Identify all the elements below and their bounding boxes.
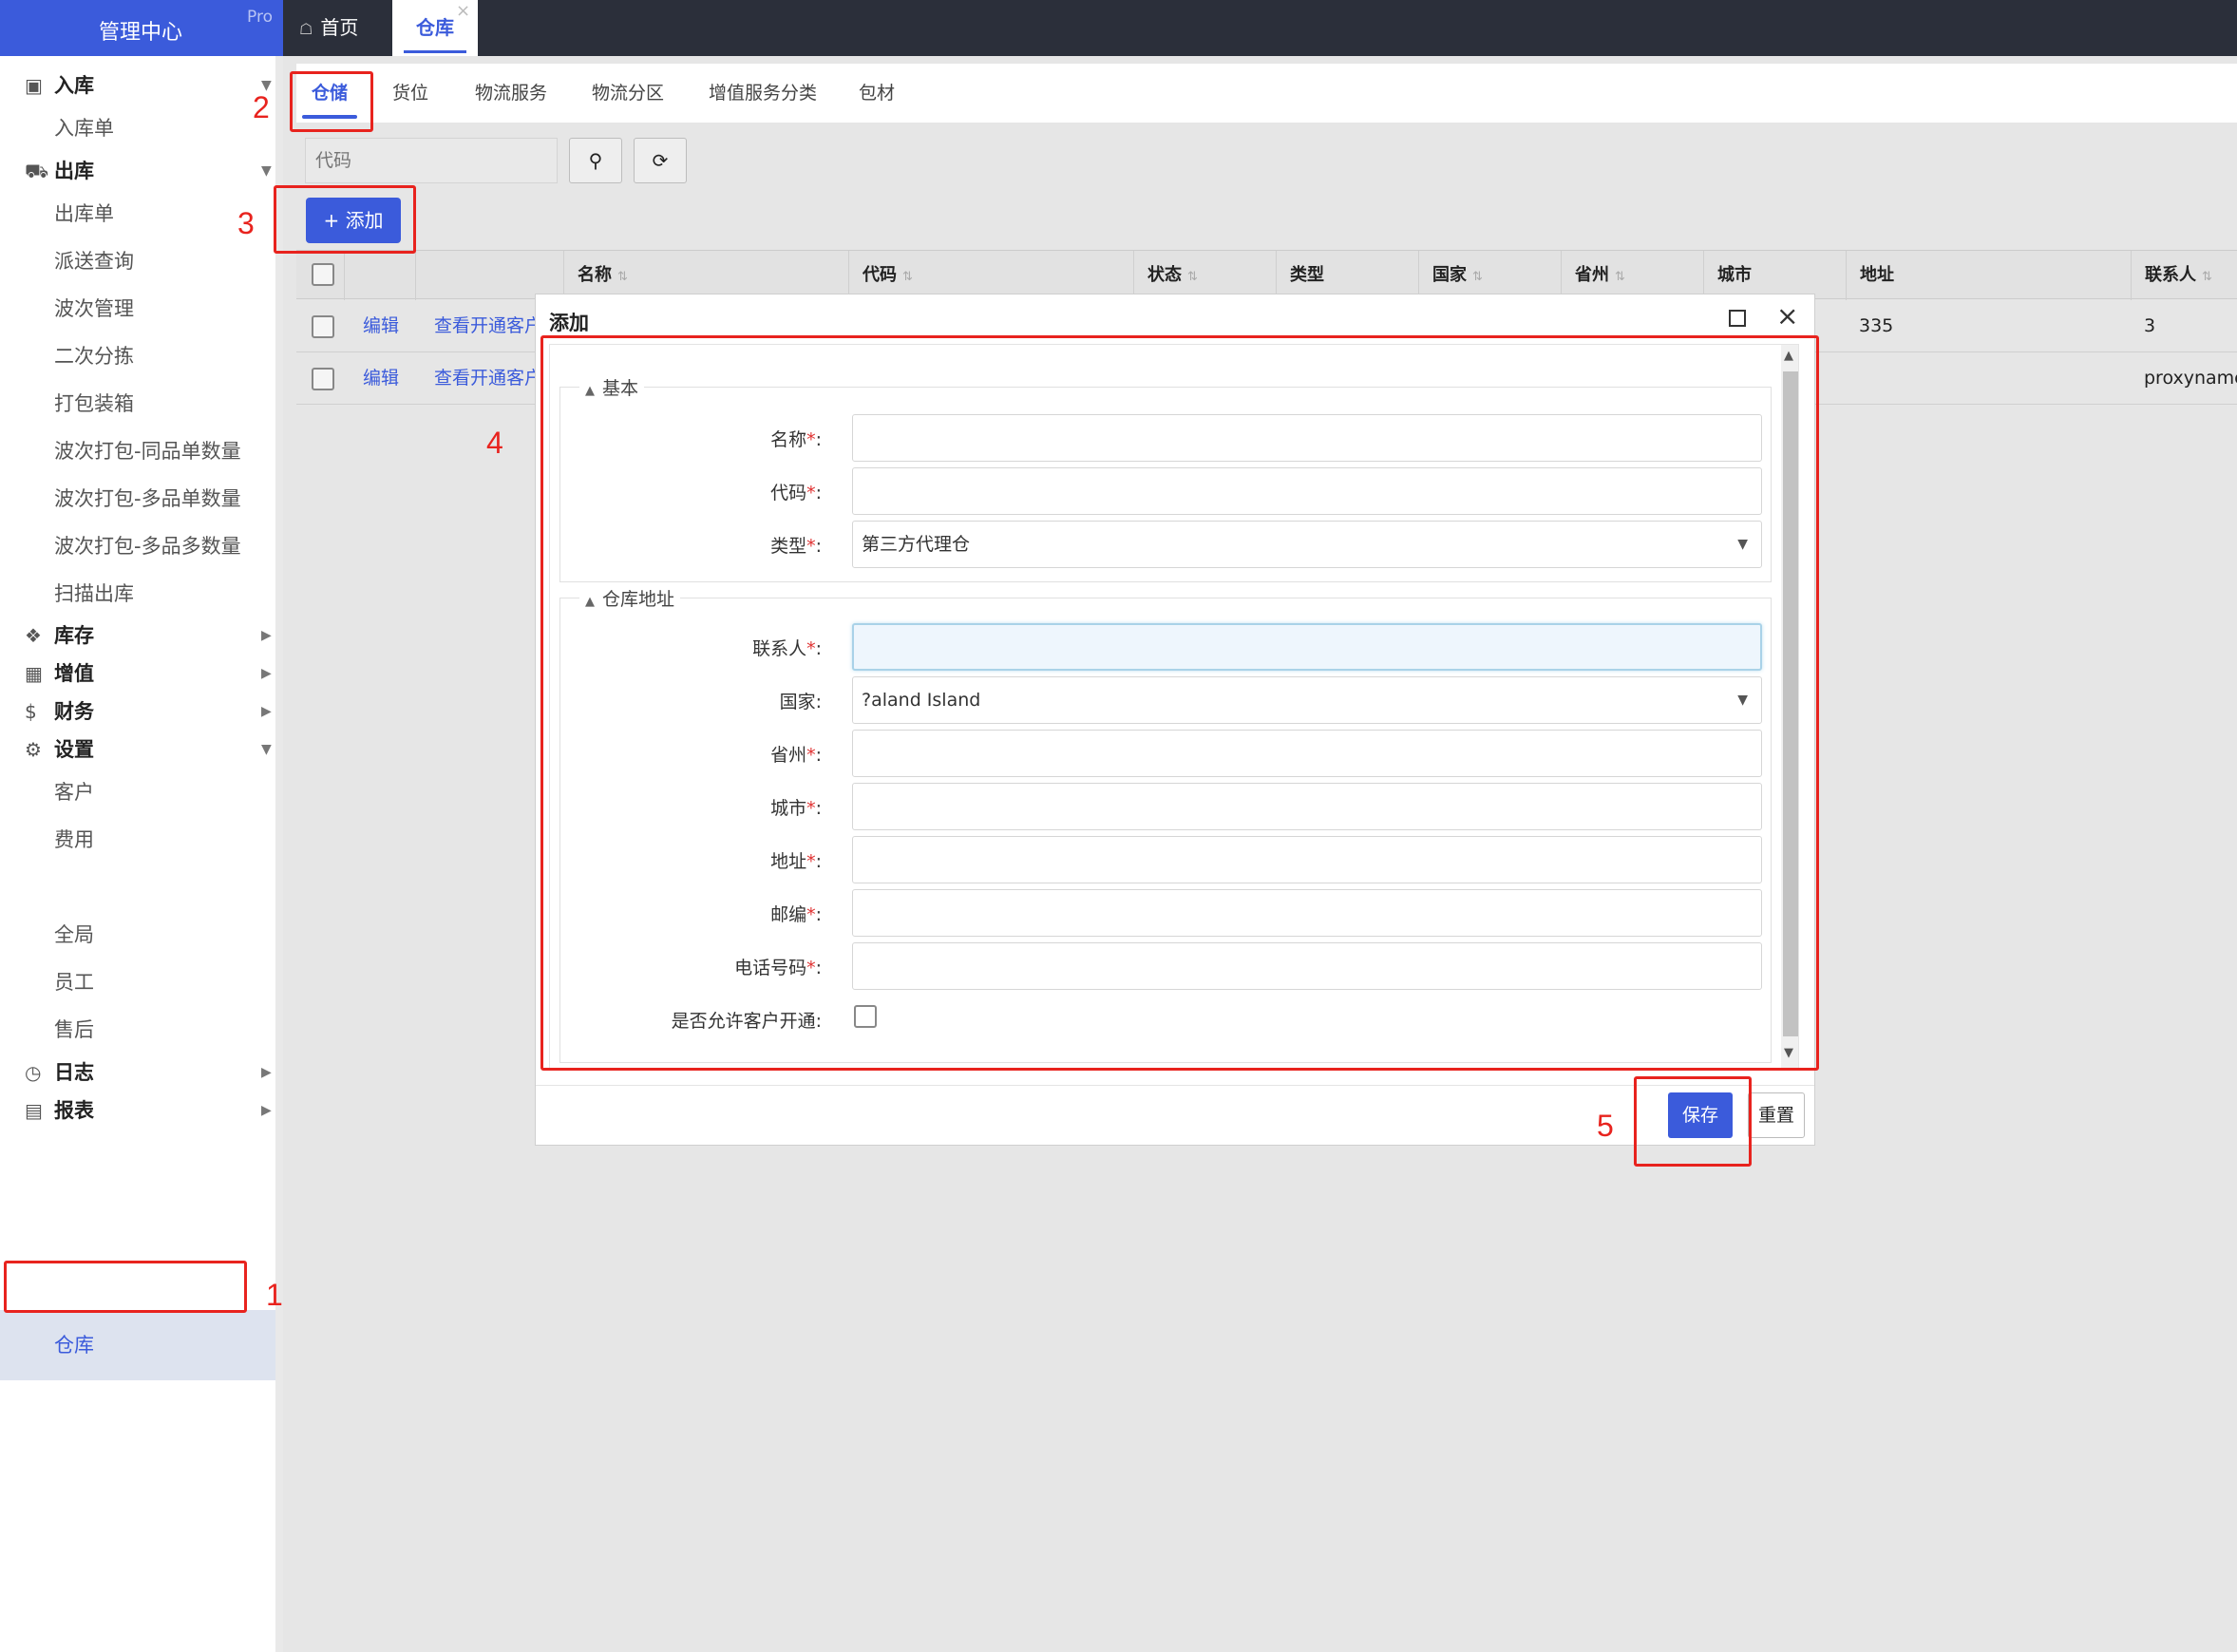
code-search-input[interactable]	[305, 138, 558, 183]
column-header-actions	[344, 251, 415, 300]
sidebar-item-inbound-order[interactable]: 入库单	[0, 106, 275, 150]
tab-home[interactable]: ☖ 首页	[299, 0, 358, 56]
column-header-label: 城市	[1717, 265, 1752, 285]
dialog-footer: 保存 重置	[536, 1085, 1814, 1146]
annotation-number-2: 2	[253, 90, 270, 124]
brand-badge: Pro	[247, 8, 273, 27]
dialog-title: 添加	[549, 312, 589, 334]
sort-icon: ⇅	[902, 270, 913, 284]
tab-warehouse-label: 仓库	[416, 16, 454, 39]
subtab-logistics-zone[interactable]: 物流分区	[592, 64, 664, 123]
annotation-box-4	[540, 335, 1819, 1071]
chevron-down-icon: ▼	[261, 742, 272, 757]
sidebar-item-fees[interactable]: 费用	[0, 818, 275, 862]
cell-address: 335	[1859, 315, 1894, 336]
reset-button[interactable]: 重置	[1748, 1092, 1805, 1138]
sort-icon: ⇅	[1615, 270, 1625, 284]
sidebar-group-outbound[interactable]: ⛟ 出库 ▼	[0, 149, 275, 193]
tab-home-label: 首页	[320, 16, 359, 39]
column-header-label: 代码	[863, 265, 897, 285]
maximize-icon[interactable]	[1729, 310, 1746, 327]
sidebar-item-staff[interactable]: 员工	[0, 960, 275, 1004]
bar-chart-icon: ▤	[25, 1099, 43, 1122]
annotation-number-1: 1	[266, 1278, 283, 1312]
annotation-number-3: 3	[237, 206, 255, 240]
edit-link[interactable]: 编辑	[363, 352, 399, 405]
chevron-down-icon: ▼	[261, 163, 272, 179]
column-header-label: 名称	[578, 265, 612, 285]
tab-close-icon[interactable]: ×	[456, 2, 470, 21]
sidebar-item-wave-management[interactable]: 波次管理	[0, 287, 275, 331]
sidebar-group-label: 出库	[54, 160, 94, 182]
sidebar: ▣ 入库 ▼ 入库单 ⛟ 出库 ▼ 出库单 派送查询 波次管理 二次分拣 打包装…	[0, 56, 283, 1652]
select-all-checkbox[interactable]	[312, 263, 334, 286]
gears-icon: ⚙	[25, 738, 42, 761]
sidebar-group-label: 设置	[54, 738, 94, 761]
sidebar-item-global[interactable]: 全局	[0, 913, 275, 957]
row-checkbox[interactable]	[312, 368, 334, 390]
brand-logo[interactable]: 管理中心 Pro	[0, 0, 283, 56]
subtab-logistics-service[interactable]: 物流服务	[475, 64, 547, 123]
sidebar-item-after-sales[interactable]: 售后	[0, 1008, 275, 1052]
annotation-number-4: 4	[486, 426, 503, 460]
sidebar-group-label: 入库	[54, 74, 94, 97]
subtab-value-added-category[interactable]: 增值服务分类	[709, 64, 817, 123]
brand-title: 管理中心	[99, 21, 183, 45]
close-icon[interactable]: ×	[1776, 302, 1798, 331]
sidebar-group-reports[interactable]: ▤ 报表 ▶	[0, 1089, 275, 1132]
annotation-box-2	[290, 71, 373, 132]
view-customers-link[interactable]: 查看开通客户	[434, 352, 542, 405]
column-header-label: 联系人	[2145, 265, 2196, 285]
refresh-button[interactable]: ⟳	[634, 138, 687, 183]
annotation-number-5: 5	[1597, 1109, 1614, 1143]
annotation-box-1	[4, 1261, 247, 1313]
column-header-label: 状态	[1147, 265, 1182, 285]
column-header-contact[interactable]: 联系人 ⇅	[2131, 251, 2212, 300]
sidebar-group-inbound[interactable]: ▣ 入库 ▼	[0, 64, 275, 107]
sort-icon: ⇅	[2202, 270, 2212, 284]
subtab-location[interactable]: 货位	[392, 64, 428, 123]
column-header-label: 类型	[1290, 265, 1324, 285]
column-header-label: 国家	[1432, 265, 1467, 285]
sort-icon: ⇅	[1472, 270, 1483, 284]
sidebar-group-settings[interactable]: ⚙ 设置 ▼	[0, 728, 275, 771]
sort-icon: ⇅	[1187, 270, 1198, 284]
annotation-box-3	[274, 185, 416, 254]
sort-icon: ⇅	[617, 270, 628, 284]
column-header-label: 地址	[1860, 265, 1894, 285]
inbox-icon: ▣	[25, 74, 43, 97]
sidebar-item-customer[interactable]: 客户	[0, 770, 275, 814]
sidebar-item-wave-pack-same[interactable]: 波次打包-同品单数量	[0, 429, 275, 473]
row-checkbox[interactable]	[312, 315, 334, 338]
edit-link[interactable]: 编辑	[363, 300, 399, 352]
cell-contact: proxyname	[2144, 368, 2237, 389]
view-customers-link[interactable]: 查看开通客户	[434, 300, 542, 352]
subtab-packaging[interactable]: 包材	[859, 64, 895, 123]
cell-contact: 3	[2144, 315, 2156, 336]
sidebar-item-wave-pack-multi-multi[interactable]: 波次打包-多品多数量	[0, 524, 275, 568]
subtab-bar: 仓储 货位 物流服务 物流分区 增值服务分类 包材	[296, 64, 2237, 123]
sidebar-item-outbound-order[interactable]: 出库单	[0, 192, 275, 236]
truck-icon: ⛟	[25, 160, 49, 182]
sidebar-item-warehouse[interactable]: 仓库	[0, 1310, 275, 1380]
tab-active-indicator	[404, 50, 466, 53]
column-header-address[interactable]: 地址	[1846, 251, 1894, 300]
search-button[interactable]: ⚲	[569, 138, 622, 183]
sidebar-item-packing[interactable]: 打包装箱	[0, 382, 275, 426]
sidebar-item-delivery-query[interactable]: 派送查询	[0, 239, 275, 283]
sidebar-item-secondary-sorting[interactable]: 二次分拣	[0, 334, 275, 378]
sidebar-group-label: 报表	[54, 1099, 94, 1122]
sidebar-item-scan-outbound[interactable]: 扫描出库	[0, 572, 275, 616]
table-header: 名称 ⇅ 代码 ⇅ 状态 ⇅ 类型 国家 ⇅ 省州 ⇅ 城市 地址 联系人 ⇅	[296, 250, 2237, 300]
top-header: 管理中心 Pro ☖ 首页 仓库 ×	[0, 0, 2237, 56]
chevron-right-icon: ▶	[261, 1103, 272, 1118]
home-icon: ☖	[299, 20, 313, 38]
search-icon: ⚲	[588, 149, 603, 172]
annotation-box-5	[1634, 1076, 1752, 1167]
sidebar-item-wave-pack-multi-single[interactable]: 波次打包-多品单数量	[0, 477, 275, 521]
column-header-label: 省州	[1575, 265, 1609, 285]
refresh-icon: ⟳	[652, 149, 669, 172]
